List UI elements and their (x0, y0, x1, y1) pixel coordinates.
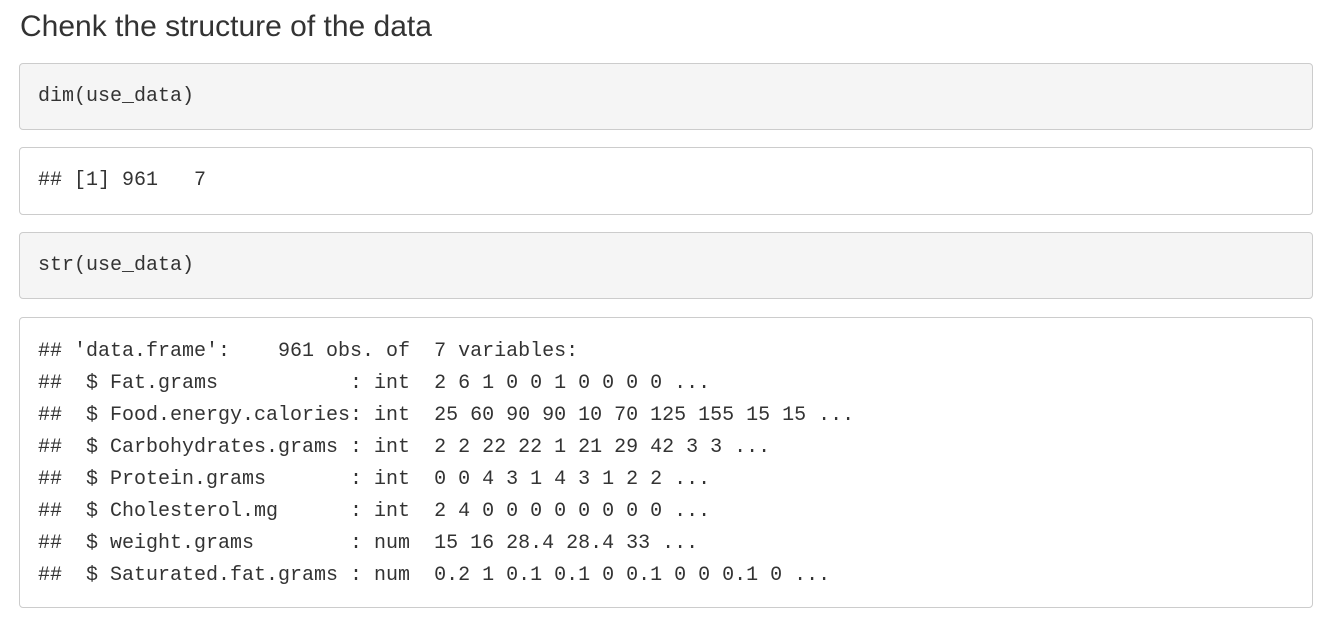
output-line: ## $ Food.energy.calories: int 25 60 90 … (38, 404, 855, 427)
output-line: ## $ Saturated.fat.grams : num 0.2 1 0.1… (38, 564, 831, 587)
output-line: ## $ weight.grams : num 15 16 28.4 28.4 … (38, 532, 699, 555)
code-block-dim[interactable]: dim(use_data) (19, 63, 1313, 130)
output-line: ## 'data.frame': 961 obs. of 7 variables… (38, 340, 579, 363)
code-block-str[interactable]: str(use_data) (19, 232, 1313, 299)
output-block-dim: ## [1] 961 7 (19, 147, 1313, 215)
output-line: ## [1] 961 7 (38, 169, 207, 192)
output-line: ## $ Fat.grams : int 2 6 1 0 0 1 0 0 0 0… (38, 372, 711, 395)
code-line: str(use_data) (38, 254, 195, 277)
code-line: dim(use_data) (38, 85, 195, 108)
output-line: ## $ Protein.grams : int 0 0 4 3 1 4 3 1… (38, 468, 711, 491)
output-line: ## $ Carbohydrates.grams : int 2 2 22 22… (38, 436, 771, 459)
output-line: ## $ Cholesterol.mg : int 2 4 0 0 0 0 0 … (38, 500, 711, 523)
section-heading: Chenk the structure of the data (20, 10, 432, 43)
output-block-str: ## 'data.frame': 961 obs. of 7 variables… (19, 317, 1313, 608)
